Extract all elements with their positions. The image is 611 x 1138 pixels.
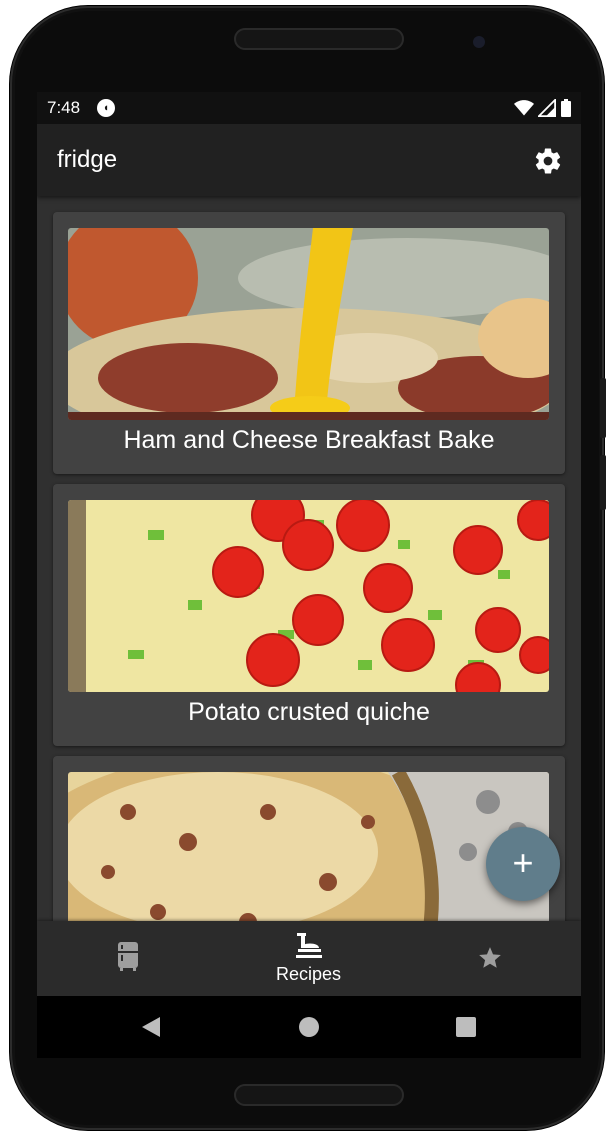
nav-item-favorites[interactable] bbox=[399, 921, 580, 996]
status-bar: 7:48 ◖ bbox=[37, 92, 581, 124]
recipe-image bbox=[68, 772, 549, 921]
home-icon[interactable] bbox=[296, 1014, 322, 1040]
recipe-title: Potato crusted quiche bbox=[188, 698, 430, 726]
plus-icon: + bbox=[512, 842, 534, 883]
recipe-card[interactable]: Ham and Cheese Breakfast Bake bbox=[53, 212, 565, 474]
recipe-card[interactable] bbox=[53, 756, 565, 921]
back-icon[interactable] bbox=[138, 1014, 164, 1040]
power-button bbox=[600, 378, 606, 438]
app-bar: fridge bbox=[37, 124, 581, 196]
nav-label-recipes: Recipes bbox=[275, 964, 342, 984]
earpiece-speaker bbox=[234, 28, 404, 50]
chef-hat-icon bbox=[295, 933, 322, 958]
recipe-list[interactable]: Ham and Cheese Breakfast Bake Potato cru… bbox=[37, 196, 581, 921]
nav-item-fridge[interactable] bbox=[37, 921, 218, 996]
status-icons bbox=[513, 97, 571, 119]
status-time: 7:48 bbox=[47, 98, 81, 117]
recipe-image bbox=[68, 228, 549, 420]
gear-icon bbox=[535, 148, 561, 174]
system-navigation-bar bbox=[37, 996, 581, 1058]
app-title: fridge bbox=[57, 146, 118, 173]
add-recipe-button[interactable]: + bbox=[486, 827, 560, 901]
volume-button bbox=[600, 455, 606, 510]
recipe-card[interactable]: Potato crusted quiche bbox=[53, 484, 565, 746]
star-icon bbox=[478, 947, 501, 968]
settings-button[interactable] bbox=[533, 146, 563, 176]
nav-item-recipes[interactable]: Recipes bbox=[218, 921, 399, 996]
recipe-image bbox=[68, 500, 549, 692]
cell-signal-icon bbox=[538, 98, 557, 117]
bottom-speaker bbox=[234, 1084, 404, 1106]
recipe-title: Ham and Cheese Breakfast Bake bbox=[123, 426, 495, 454]
notification-app-icon: ◖ bbox=[97, 99, 115, 117]
recents-icon[interactable] bbox=[453, 1014, 479, 1040]
front-camera bbox=[473, 36, 485, 48]
bottom-navigation: Recipes bbox=[37, 921, 581, 996]
battery-icon bbox=[561, 98, 571, 117]
fridge-icon bbox=[117, 942, 138, 971]
wifi-icon bbox=[513, 99, 534, 116]
screen: 7:48 ◖ fridge Ham and Cheese Breakfast B… bbox=[37, 92, 581, 996]
